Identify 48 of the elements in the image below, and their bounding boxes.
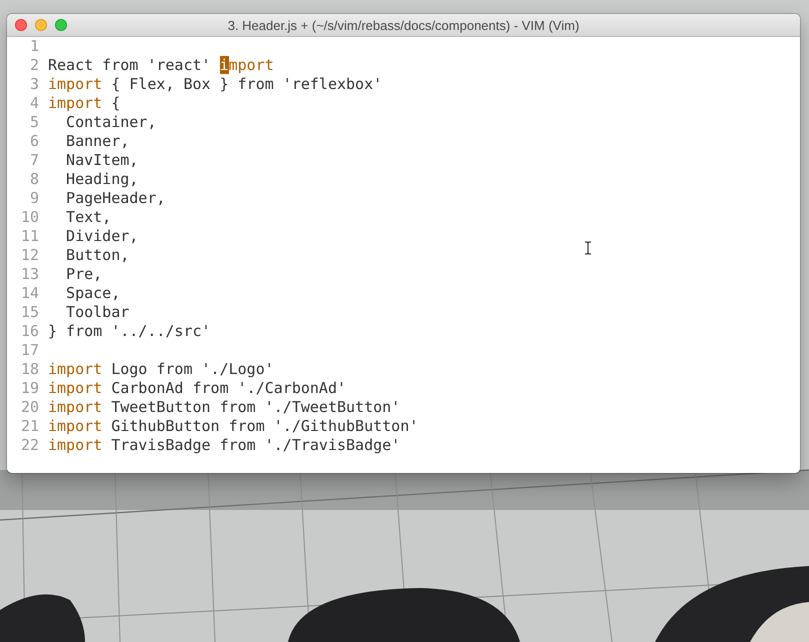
code-line: import CarbonAd from './CarbonAd' <box>48 379 346 398</box>
window-title: 3. Header.js + (~/s/vim/rebass/docs/components) - VIM (Vim) <box>228 18 580 32</box>
code-line: import { <box>48 94 120 113</box>
line-number: 12 <box>20 246 39 265</box>
code-line: Divider, <box>65 227 138 246</box>
line-number: 22 <box>20 436 39 455</box>
line-number: 13 <box>20 265 39 284</box>
code-line: import Logo from './Logo' <box>48 360 274 379</box>
line-number: 5 <box>28 113 39 132</box>
line-number: 21 <box>20 417 39 436</box>
line-number: 15 <box>20 303 39 322</box>
line-number: 18 <box>20 360 39 379</box>
code-line: } from '../../src' <box>48 322 211 341</box>
line-number: 7 <box>28 151 39 170</box>
line-number: 3 <box>28 75 39 94</box>
line-number: 10 <box>20 208 39 227</box>
code-line: import TweetButton from './TweetButton' <box>48 398 400 417</box>
line-number: 6 <box>28 132 39 151</box>
zoom-button[interactable] <box>55 19 67 31</box>
code-line: Text, <box>65 208 112 227</box>
line-number: 8 <box>28 170 39 189</box>
code-line: import GithubButton from './GithubButton' <box>48 417 418 436</box>
code-line: Space, <box>65 284 120 303</box>
code-line: Toolbar <box>65 303 130 322</box>
code-line: Banner, <box>65 132 130 151</box>
code-line: PageHeader, <box>65 189 166 208</box>
text-cursor-icon <box>584 241 592 255</box>
code-line: Heading, <box>65 170 138 189</box>
code-line: Container, <box>65 113 156 132</box>
line-number: 14 <box>20 284 39 303</box>
line-number: 9 <box>28 189 39 208</box>
line-number: 19 <box>20 379 39 398</box>
code-line: import { Flex, Box } from 'reflexbox' <box>48 75 382 94</box>
close-button[interactable] <box>15 19 27 31</box>
line-number: 17 <box>20 341 39 360</box>
line-number: 11 <box>20 227 39 246</box>
code-line: Button, <box>65 246 130 265</box>
minimize-button[interactable] <box>35 19 47 31</box>
line-number: 1 <box>28 37 39 56</box>
code-line: Pre, <box>65 265 102 284</box>
code-line: import TravisBadge from './TravisBadge' <box>48 436 400 455</box>
line-number: 2 <box>28 56 39 75</box>
code-line: NavItem, <box>65 151 138 170</box>
code-line: React from 'react' import <box>48 56 274 75</box>
line-number: 16 <box>20 322 39 341</box>
line-number: 20 <box>20 398 39 417</box>
block-cursor: i <box>220 56 229 74</box>
line-number: 4 <box>28 94 39 113</box>
